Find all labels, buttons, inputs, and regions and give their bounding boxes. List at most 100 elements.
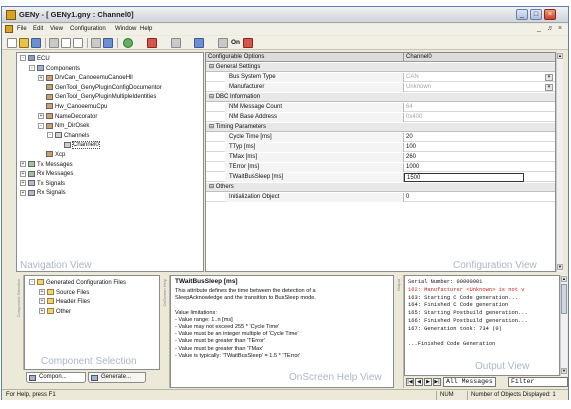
file-tree-item[interactable]: + Other <box>39 307 71 316</box>
config-option-value[interactable]: 1500 <box>404 173 524 182</box>
config-row: Bus System Type CAN ▾ <box>206 73 555 82</box>
config-section[interactable]: ⊟ Timing Parameters <box>206 123 555 132</box>
print-icon[interactable] <box>91 38 101 48</box>
tree-expander-icon[interactable]: + <box>38 74 44 81</box>
next-page-icon[interactable]: ▶ <box>424 378 432 386</box>
file-tree-item[interactable]: - Generated Configuration Files <box>29 279 126 287</box>
output-scroll-up-icon[interactable]: ▲ <box>561 276 567 282</box>
new-icon[interactable] <box>7 38 17 48</box>
collapse-icon[interactable]: ⊟ <box>209 124 216 130</box>
tab-generate[interactable]: Generate... <box>88 372 146 383</box>
config-section[interactable]: ⊟ DBC Information <box>206 93 555 102</box>
tree-expander-icon[interactable]: - <box>29 279 35 286</box>
config-option-value[interactable]: 20 <box>404 133 524 142</box>
output-scroll-thumb[interactable] <box>561 284 567 314</box>
cut-icon[interactable] <box>49 38 59 48</box>
nav-tree-item[interactable]: GenTool_GenyPluginMultipleIdentities <box>38 93 156 101</box>
nav-tree-item[interactable]: + Rx Messages <box>20 170 73 178</box>
tree-expander-icon[interactable]: + <box>39 288 45 295</box>
nav-tree-item[interactable]: Xcp <box>38 151 65 159</box>
config-row: Manufacturer Unknown ▾ <box>206 83 555 92</box>
nav-tree-item[interactable]: + NameDecorator <box>38 113 97 121</box>
scroll-up-icon[interactable]: ▲ <box>557 53 563 59</box>
menu-window[interactable]: Window <box>115 26 136 32</box>
maximize-button[interactable]: □ <box>530 9 542 20</box>
document-icon[interactable] <box>5 25 13 33</box>
menu-edit[interactable]: Edit <box>33 26 43 32</box>
menu-view[interactable]: View <box>50 26 63 32</box>
dropdown-arrow-icon[interactable]: ▾ <box>545 84 553 91</box>
nav-tree-item[interactable]: GenTool_GenyPluginConfigDocumentor <box>38 84 162 92</box>
open-icon[interactable] <box>19 38 29 48</box>
nav-tree-item[interactable]: - Nm_DirOsek <box>38 122 89 130</box>
scroll-down-icon[interactable]: ▼ <box>557 264 563 270</box>
minimize-button[interactable]: _ <box>516 9 528 20</box>
prev-page-icon[interactable]: ◀ <box>415 378 423 386</box>
menu-help[interactable]: Help <box>140 26 152 32</box>
col-header-options[interactable]: Configurable Options <box>206 53 404 62</box>
paste-icon[interactable] <box>73 38 83 48</box>
config-option-value[interactable]: 100 <box>404 143 524 152</box>
nav-tree-item[interactable]: Hw_CanoeemuCpu <box>38 103 107 111</box>
add-icon[interactable] <box>123 38 133 48</box>
col-header-value[interactable]: Channel0 <box>404 53 555 62</box>
collapse-icon[interactable]: ⊟ <box>209 94 216 100</box>
generate-icon[interactable] <box>194 38 204 48</box>
filter-tab-filter[interactable]: Filter <box>508 377 568 387</box>
save-icon[interactable] <box>31 38 41 48</box>
tree-expander-icon[interactable]: + <box>20 189 26 196</box>
file-tree-item[interactable]: + Header Files <box>39 298 90 306</box>
dropdown-arrow-icon[interactable]: ▾ <box>545 74 553 81</box>
tree-expander-icon[interactable]: - <box>38 122 44 129</box>
collapse-icon[interactable]: ⊟ <box>209 184 216 190</box>
collapse-icon[interactable]: ⊟ <box>209 64 216 70</box>
tree-expander-icon[interactable]: + <box>20 180 26 187</box>
nav-tree-item[interactable]: + Tx Signals <box>20 180 65 188</box>
nav-tree-item[interactable]: + Tx Messages <box>20 161 73 169</box>
file-tree-item[interactable]: + Source Files <box>39 288 89 297</box>
tree-expander-icon[interactable]: + <box>39 307 45 314</box>
nav-tree-item[interactable]: - Channels <box>47 132 89 140</box>
nav-tree-item[interactable]: - ECU <box>20 55 50 63</box>
mdi-close-button[interactable]: × <box>558 25 562 32</box>
title-bar[interactable]: GENy - [ GENy1.gny : Channel0] _ □ × <box>2 7 568 23</box>
tree-expander-icon[interactable]: + <box>39 298 45 305</box>
first-page-icon[interactable]: |◀ <box>406 378 414 386</box>
output-scrollbar[interactable]: ▲ ▼ <box>560 275 567 376</box>
help-icon[interactable] <box>103 38 113 48</box>
copy-icon[interactable] <box>61 38 71 48</box>
mdi-restore-button[interactable]: ♬ <box>547 25 554 32</box>
tree-expander-icon[interactable]: + <box>38 113 44 120</box>
configuration-scrollbar[interactable]: ▲ ▼ <box>556 52 563 272</box>
wrench-icon[interactable] <box>171 38 181 48</box>
config-option-value[interactable]: 260 <box>404 153 524 162</box>
nav-tree-item[interactable]: + DrvCan_CanoeemuCanoeHll <box>38 74 133 82</box>
stop-icon[interactable] <box>243 38 253 48</box>
settings-icon[interactable] <box>218 38 228 48</box>
tree-expander-icon[interactable]: - <box>29 65 35 72</box>
output-scroll-down-icon[interactable]: ▼ <box>561 368 567 374</box>
last-page-icon[interactable]: ▶| <box>433 378 441 386</box>
config-value-text: CAN <box>406 74 419 80</box>
tree-expander-icon[interactable]: - <box>20 55 26 62</box>
on-icon[interactable]: On <box>231 39 240 46</box>
config-section[interactable]: ⊟ General Settings <box>206 63 555 72</box>
close-button[interactable]: × <box>544 9 556 20</box>
nav-tree-label: Components <box>46 65 81 72</box>
tab-component[interactable]: Compon... <box>26 372 86 383</box>
tree-expander-icon[interactable]: - <box>47 132 53 139</box>
tree-expander-icon[interactable]: + <box>20 161 26 168</box>
menu-file[interactable]: File <box>17 26 27 32</box>
tree-expander-icon[interactable]: + <box>20 170 26 177</box>
remove-icon[interactable] <box>147 38 157 48</box>
menu-configuration[interactable]: Configuration <box>70 26 106 32</box>
nav-tree-item[interactable]: Channel0 <box>56 141 100 150</box>
config-option-value[interactable]: 0 <box>404 193 524 202</box>
filter-tab-all-messages[interactable]: All Messages <box>443 377 496 387</box>
config-section[interactable]: ⊟ Others <box>206 183 555 192</box>
nav-tree-item[interactable]: + Rx Signals <box>20 189 66 197</box>
mdi-minimize-button[interactable]: _ <box>537 25 541 32</box>
config-option-value[interactable]: 1000 <box>404 163 524 172</box>
chan-icon <box>55 132 62 139</box>
nav-tree-item[interactable]: - Components <box>29 65 80 73</box>
